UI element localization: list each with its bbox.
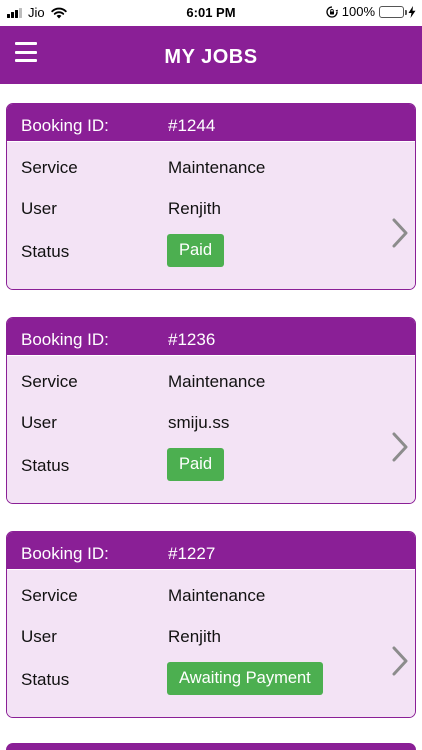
service-label: Service	[21, 586, 78, 605]
battery-icon	[379, 5, 407, 18]
booking-id-label: Booking ID:	[21, 330, 109, 349]
job-card[interactable]: Booking ID: #1244 Service Maintenance Us…	[6, 103, 416, 290]
service-label: Service	[21, 158, 78, 177]
chevron-right-icon[interactable]	[391, 217, 409, 249]
service-value: Maintenance	[168, 372, 266, 391]
hamburger-menu-icon[interactable]	[15, 42, 37, 62]
service-value: Maintenance	[168, 158, 266, 177]
booking-id-value: #1244	[168, 116, 216, 135]
booking-id-label: Booking ID:	[21, 116, 109, 135]
status-label: Status	[21, 242, 70, 261]
user-row: User smiju.ss	[7, 413, 415, 437]
battery-percent: 100%	[341, 4, 375, 19]
user-value: Renjith	[168, 627, 221, 646]
user-label: User	[21, 627, 57, 646]
page-title: MY JOBS	[164, 46, 258, 68]
service-row: Service Maintenance	[7, 158, 415, 182]
user-label: User	[21, 199, 57, 218]
status-bar: Jio 6:01 PM 100%	[0, 0, 422, 26]
status-bar-right: 100%	[326, 4, 416, 19]
status-row: Status Paid	[7, 448, 415, 481]
status-badge: Paid	[167, 448, 225, 481]
user-value: Renjith	[168, 199, 221, 218]
booking-id-value: #1236	[168, 330, 216, 349]
status-label: Status	[21, 456, 70, 475]
rotation-lock-icon	[326, 5, 338, 18]
user-value: smiju.ss	[168, 413, 230, 432]
status-badge: Awaiting Payment	[167, 662, 323, 695]
job-card-header: Booking ID: #1244	[7, 104, 415, 141]
job-list: Booking ID: #1244 Service Maintenance Us…	[6, 103, 416, 745]
status-row: Status Awaiting Payment	[7, 662, 415, 695]
booking-id-value: #1227	[168, 544, 216, 563]
job-card[interactable]: Booking ID: #1236 Service Maintenance Us…	[6, 317, 416, 504]
chevron-right-icon[interactable]	[391, 645, 409, 677]
next-job-card-peek[interactable]	[6, 743, 416, 750]
user-row: User Renjith	[7, 627, 415, 651]
booking-id-label: Booking ID:	[21, 544, 109, 563]
user-label: User	[21, 413, 57, 432]
service-label: Service	[21, 372, 78, 391]
service-row: Service Maintenance	[7, 372, 415, 396]
app-header: MY JOBS	[0, 26, 422, 84]
user-row: User Renjith	[7, 199, 415, 223]
status-label: Status	[21, 670, 70, 689]
job-card[interactable]: Booking ID: #1227 Service Maintenance Us…	[6, 531, 416, 718]
chevron-right-icon[interactable]	[391, 431, 409, 463]
job-card-header: Booking ID: #1227	[7, 532, 415, 569]
job-card-body: Service Maintenance User smiju.ss Status…	[7, 355, 415, 503]
status-row: Status Paid	[7, 234, 415, 267]
service-value: Maintenance	[168, 586, 266, 605]
service-row: Service Maintenance	[7, 586, 415, 610]
job-card-header: Booking ID: #1236	[7, 318, 415, 355]
job-card-body: Service Maintenance User Renjith Status …	[7, 141, 415, 289]
charging-bolt-icon	[408, 5, 416, 18]
job-card-body: Service Maintenance User Renjith Status …	[7, 569, 415, 717]
status-badge: Paid	[167, 234, 225, 267]
